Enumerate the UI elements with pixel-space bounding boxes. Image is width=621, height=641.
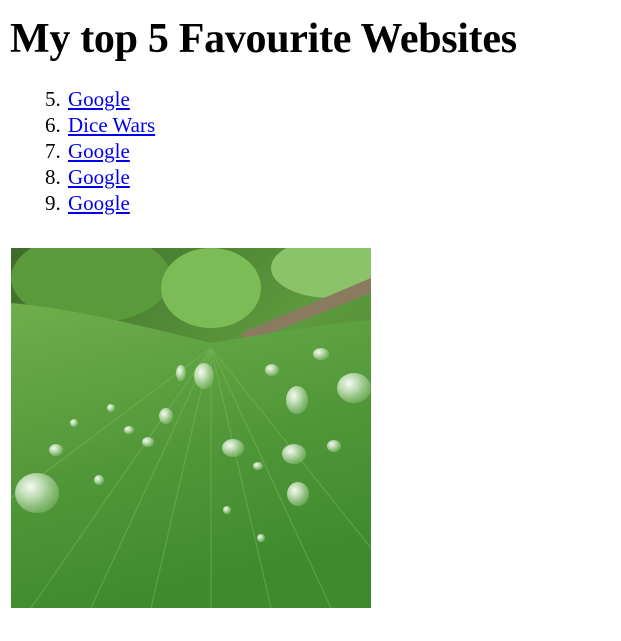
site-link-google-1[interactable]: Google [68,87,130,111]
page-body: My top 5 Favourite Websites 5. Google 6.… [0,0,621,216]
list-item-number: 7. [45,139,61,163]
favourite-sites-list: 5. Google 6. Dice Wars 7. Google 8. Goog… [10,86,621,216]
list-item-number: 9. [45,191,61,215]
list-item-number: 6. [45,113,61,137]
list-item: 6. Dice Wars [45,112,621,138]
site-link-dice-wars[interactable]: Dice Wars [68,113,155,137]
list-item: 5. Google [45,86,621,112]
list-item-number: 5. [45,87,61,111]
list-item: 8. Google [45,164,621,190]
leaf-water-droplets-image [11,248,371,608]
list-item: 7. Google [45,138,621,164]
site-link-google-2[interactable]: Google [68,139,130,163]
list-item: 9. Google [45,190,621,216]
site-link-google-4[interactable]: Google [68,191,130,215]
page-title: My top 5 Favourite Websites [10,16,517,62]
list-item-number: 8. [45,165,61,189]
site-link-google-3[interactable]: Google [68,165,130,189]
